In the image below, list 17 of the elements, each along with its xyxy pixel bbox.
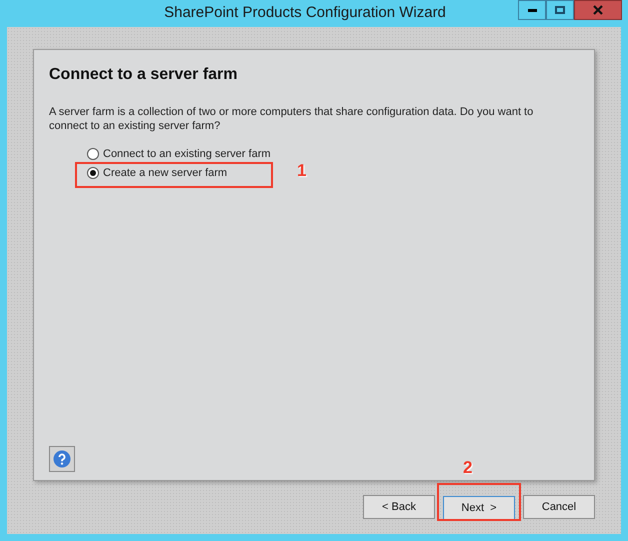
wizard-button[interactable]: Cancel <box>523 494 595 519</box>
description-text: A server farm is a collection of two or more computers that share configuration data. Do you want to connect to an existing server farm? <box>49 104 534 133</box>
callout-number: 1 <box>297 160 306 182</box>
help-button[interactable] <box>49 446 75 472</box>
close-button[interactable] <box>574 0 622 20</box>
radio-option[interactable]: Connect to an existing server farm <box>87 146 271 161</box>
window-title: SharePoint Products Configuration Wizard <box>164 3 446 24</box>
minimize-button[interactable] <box>518 0 546 20</box>
radio-option[interactable]: Create a new server farm <box>87 166 228 180</box>
page-heading: Connect to a server farm <box>49 64 239 85</box>
help-icon <box>53 450 71 468</box>
wizard-button[interactable]: Next > <box>443 496 515 520</box>
wizard-button[interactable]: < Back <box>363 494 435 519</box>
radio-button[interactable] <box>87 148 99 160</box>
callout-number: 2 <box>463 456 472 479</box>
radio-button[interactable] <box>87 166 99 179</box>
close-icon <box>593 5 603 15</box>
